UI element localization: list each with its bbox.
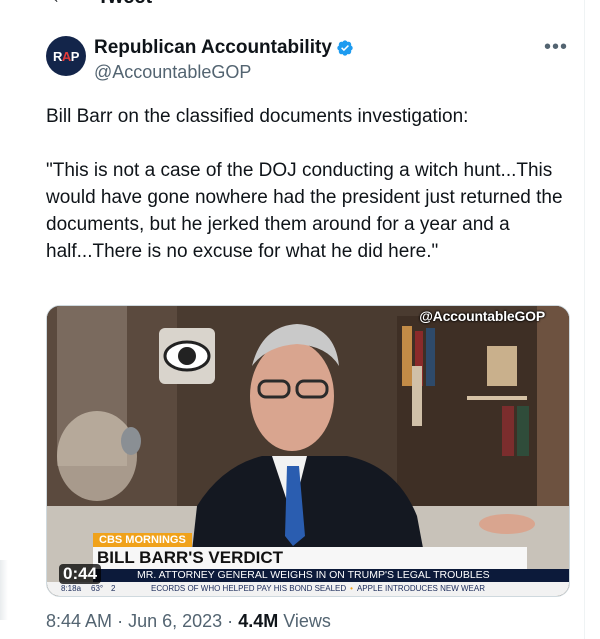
tweet-text: Bill Barr on the classified documents in… xyxy=(46,106,563,262)
more-options-icon[interactable]: ••• xyxy=(544,36,568,59)
lower-third-subheadline: MR. ATTORNEY GENERAL WEIGHS IN ON TRUMP'… xyxy=(93,569,569,582)
video-player[interactable]: @AccountableGOP CBS MORNINGS BILL BARR'S… xyxy=(46,305,570,597)
views-count: 4.4M xyxy=(238,611,279,631)
column-divider xyxy=(584,0,585,639)
ticker-network-logo: 2 xyxy=(111,584,116,593)
author-block: Republican Accountability @AccountableGO… xyxy=(94,37,354,83)
ticker-separator-icon: • xyxy=(350,584,353,593)
meta-separator: · xyxy=(227,611,234,631)
ticker-time: 8:18a xyxy=(61,584,82,593)
ticker-headline: APPLE INTRODUCES NEW WEAR xyxy=(356,584,485,593)
avatar-letter: P xyxy=(70,48,80,64)
author-handle[interactable]: @AccountableGOP xyxy=(94,62,354,83)
video-duration: 0:44 xyxy=(59,564,102,584)
tweet-page: ← Tweet RAP Republican Accountability @A… xyxy=(0,0,600,639)
news-ticker: 8:18a 63° 2 ECORDS OF WHO HELPED PAY HIS BO… xyxy=(47,582,569,596)
back-arrow-icon[interactable]: ← xyxy=(50,0,70,9)
verified-badge-icon[interactable] xyxy=(336,39,354,57)
author-name[interactable]: Republican Accountability xyxy=(94,37,332,59)
show-tag: CBS MORNINGS xyxy=(93,533,192,547)
tweet-metadata: 8:44 AM · Jun 6, 2023 · 4.4M Views xyxy=(46,611,331,632)
avatar-letter: A xyxy=(61,48,71,64)
sidebar-shadow xyxy=(0,560,8,620)
ticker-temp: 63° xyxy=(91,584,104,593)
video-watermark: @AccountableGOP xyxy=(419,308,545,324)
page-title: Tweet xyxy=(97,0,152,9)
tweet-time[interactable]: 8:44 AM xyxy=(46,611,112,631)
top-bar: ← Tweet xyxy=(0,0,584,10)
ticker-headline: ECORDS OF WHO HELPED PAY HIS BOND SEALED xyxy=(151,584,347,593)
tweet-date[interactable]: Jun 6, 2023 xyxy=(128,611,222,631)
avatar-letter: R xyxy=(53,48,62,64)
lower-third-headline: BILL BARR'S VERDICT xyxy=(93,547,527,569)
meta-separator: · xyxy=(117,611,124,631)
avatar[interactable]: RAP xyxy=(46,36,86,76)
views-label: Views xyxy=(283,611,331,631)
